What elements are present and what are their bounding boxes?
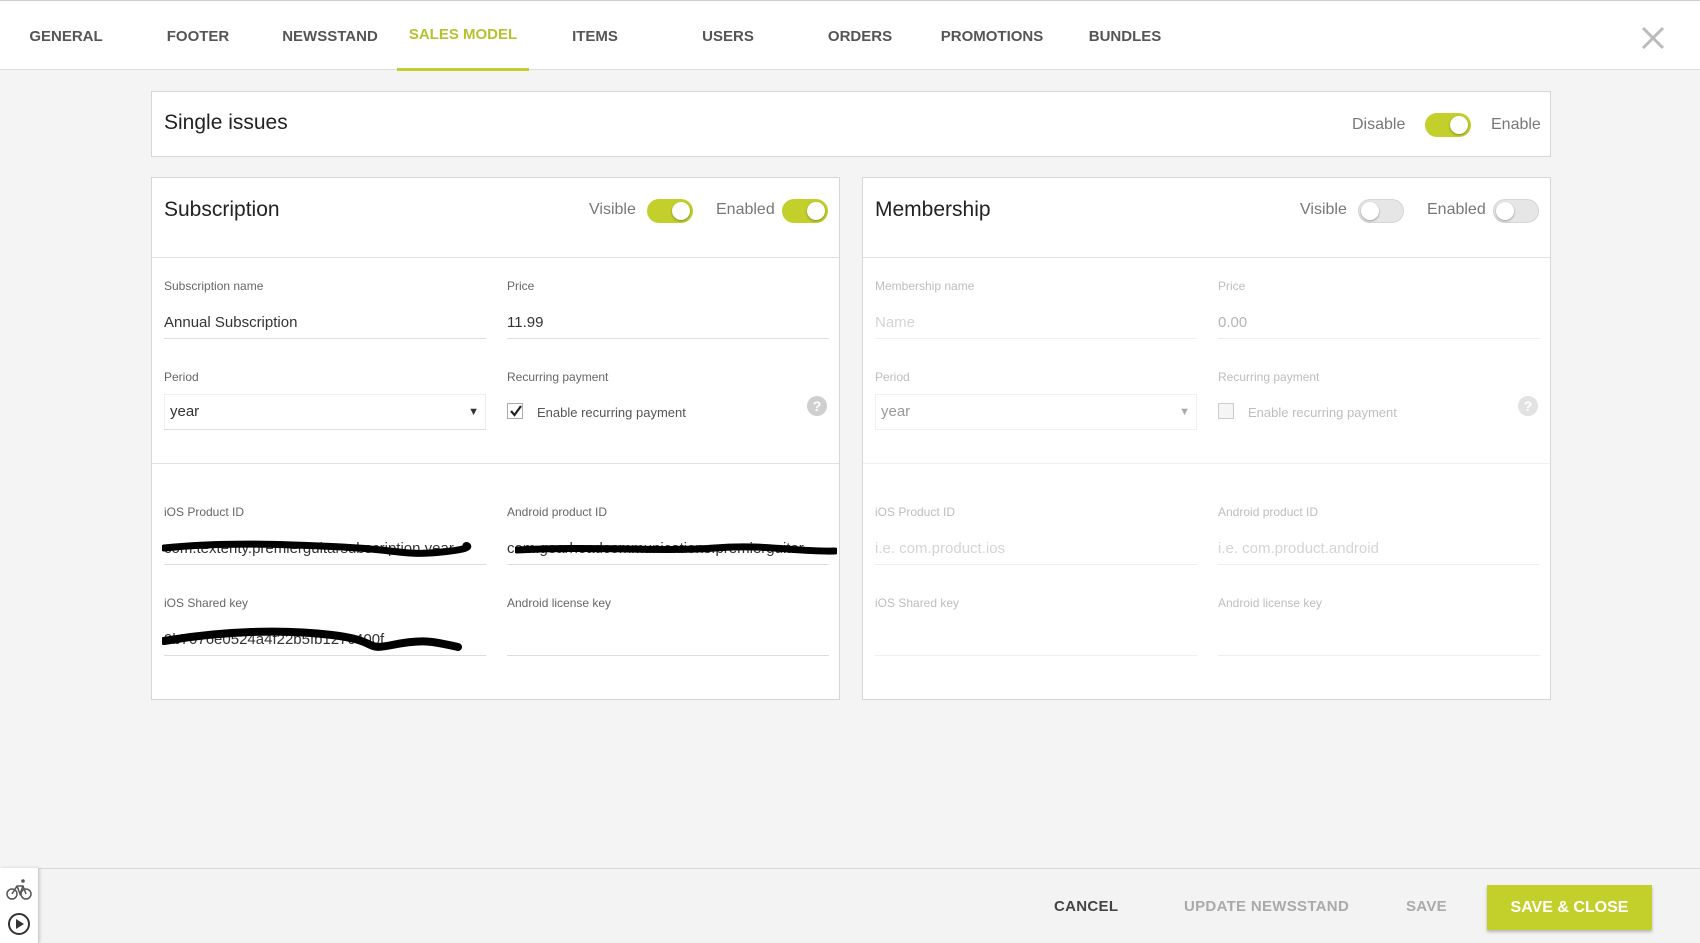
membership-visible-toggle[interactable] [1358,199,1404,223]
ios-product-id-label: iOS Product ID [164,505,245,519]
side-toolbar [0,868,39,943]
check-icon [510,405,522,417]
subscription-card: Subscription Visible Enabled Subscriptio… [151,177,840,700]
single-issues-toggle[interactable] [1425,113,1471,137]
subscription-title: Subscription [164,198,280,221]
android-license-key-input[interactable] [507,624,829,656]
membership-title: Membership [875,198,991,221]
visible-label: Visible [589,201,636,218]
tab-sales-model[interactable]: SALES MODEL [397,1,529,71]
cancel-button[interactable]: CANCEL [1054,898,1118,915]
recurring-payment-checkbox-label: Enable recurring payment [1248,405,1397,420]
membership-name-input[interactable]: Name [875,307,1197,339]
ios-shared-key-label: iOS Shared key [875,596,960,610]
android-product-id-label: Android product ID [1218,505,1319,519]
period-value: year [170,403,200,420]
period-label: Period [875,370,910,384]
divider [152,257,839,258]
bike-icon[interactable] [6,876,32,902]
subscription-visible-toggle[interactable] [647,199,693,223]
ios-shared-key-input[interactable]: 9b7076e0524a4f22b5fb127c400f [164,624,486,656]
recurring-payment-checkbox[interactable] [1218,403,1234,419]
tab-general[interactable]: GENERAL [0,1,132,71]
tab-bundles[interactable]: BUNDLES [1059,1,1191,71]
tab-promotions[interactable]: PROMOTIONS [926,1,1058,71]
android-license-key-label: Android license key [507,596,612,610]
price-label: Price [1218,279,1246,293]
price-label: Price [507,279,535,293]
membership-card: Membership Visible Enabled Membership na… [862,177,1551,700]
price-input[interactable]: 11.99 [507,307,829,339]
period-select[interactable]: year ▼ [875,394,1197,430]
tab-orders[interactable]: ORDERS [794,1,926,71]
tab-users[interactable]: USERS [662,1,794,71]
android-license-key-label: Android license key [1218,596,1323,610]
period-label: Period [164,370,199,384]
period-value: year [881,403,911,420]
ios-shared-key-label: iOS Shared key [164,596,249,610]
subscription-enabled-toggle[interactable] [782,199,828,223]
help-icon[interactable]: ? [1518,396,1538,416]
help-icon[interactable]: ? [807,396,827,416]
price-input[interactable]: 0.00 [1218,307,1540,339]
single-issues-card: Single issues Disable Enable [151,91,1551,157]
enabled-label: Enabled [1427,201,1486,218]
save-and-close-button[interactable]: SAVE & CLOSE [1487,885,1652,930]
ios-shared-key-input[interactable] [875,624,1197,656]
android-product-id-label: Android product ID [507,505,608,519]
divider [863,257,1550,258]
period-select[interactable]: year ▼ [164,394,486,430]
recurring-payment-checkbox-label: Enable recurring payment [537,405,686,420]
disable-label: Disable [1352,116,1406,133]
ios-product-id-input[interactable]: com.texterity.premierguitarsubscription.… [164,533,486,565]
membership-enabled-toggle[interactable] [1493,199,1539,223]
android-license-key-input[interactable] [1218,624,1540,656]
tab-bar: GENERAL FOOTER NEWSSTAND SALES MODEL ITE… [0,0,1700,71]
footer-bar: CANCEL UPDATE NEWSSTAND SAVE SAVE & CLOS… [0,868,1700,943]
divider [863,463,1550,464]
android-product-id-input[interactable]: i.e. com.product.android [1218,533,1540,565]
tab-footer[interactable]: FOOTER [132,1,264,71]
caret-down-icon: ▼ [1179,406,1190,418]
single-issues-title: Single issues [164,111,288,134]
play-icon[interactable] [6,911,32,937]
enable-label: Enable [1491,116,1541,133]
recurring-payment-label: Recurring payment [507,370,609,384]
caret-down-icon: ▼ [468,406,479,418]
save-button[interactable]: SAVE [1406,898,1447,915]
tab-newsstand[interactable]: NEWSSTAND [264,1,396,71]
recurring-payment-label: Recurring payment [1218,370,1320,384]
visible-label: Visible [1300,201,1347,218]
divider [152,463,839,464]
ios-product-id-label: iOS Product ID [875,505,956,519]
close-icon[interactable] [1638,23,1668,53]
recurring-payment-checkbox[interactable] [507,403,523,419]
tab-items[interactable]: ITEMS [529,1,661,71]
membership-name-label: Membership name [875,279,975,293]
subscription-name-label: Subscription name [164,279,264,293]
update-newsstand-button[interactable]: UPDATE NEWSSTAND [1184,898,1349,915]
subscription-name-input[interactable]: Annual Subscription [164,307,486,339]
ios-product-id-input[interactable]: i.e. com.product.ios [875,533,1197,565]
android-product-id-input[interactable]: com.gearheadcommunications.premierguitar [507,533,829,565]
enabled-label: Enabled [716,201,775,218]
